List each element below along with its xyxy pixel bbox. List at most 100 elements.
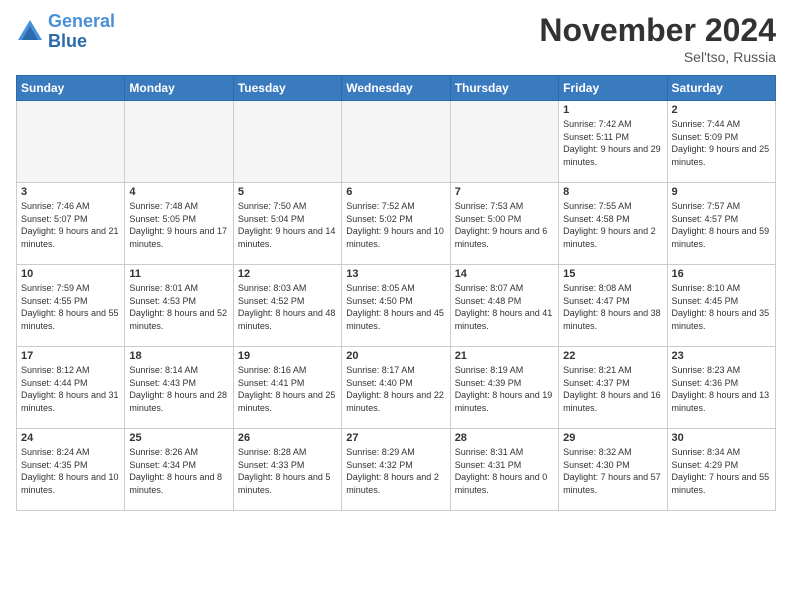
day-number: 26 bbox=[238, 432, 337, 444]
day-cell-0-4 bbox=[450, 101, 558, 183]
header-friday: Friday bbox=[559, 76, 667, 101]
header-monday: Monday bbox=[125, 76, 233, 101]
header: General Blue November 2024 Sel'tso, Russ… bbox=[16, 12, 776, 65]
main-container: General Blue November 2024 Sel'tso, Russ… bbox=[0, 0, 792, 519]
day-number: 15 bbox=[563, 268, 662, 280]
week-row-2: 10 Sunrise: 7:59 AM Sunset: 4:55 PM Dayli… bbox=[17, 265, 776, 347]
day-info: Sunrise: 7:48 AM Sunset: 5:05 PM Dayligh… bbox=[129, 200, 228, 250]
day-number: 11 bbox=[129, 268, 228, 280]
day-cell-3-4: 21 Sunrise: 8:19 AM Sunset: 4:39 PM Dayli… bbox=[450, 347, 558, 429]
day-cell-3-5: 22 Sunrise: 8:21 AM Sunset: 4:37 PM Dayli… bbox=[559, 347, 667, 429]
day-info: Sunrise: 8:28 AM Sunset: 4:33 PM Dayligh… bbox=[238, 446, 337, 496]
day-info: Sunrise: 8:01 AM Sunset: 4:53 PM Dayligh… bbox=[129, 282, 228, 332]
day-info: Sunrise: 7:52 AM Sunset: 5:02 PM Dayligh… bbox=[346, 200, 445, 250]
day-info: Sunrise: 7:57 AM Sunset: 4:57 PM Dayligh… bbox=[672, 200, 771, 250]
day-cell-2-5: 15 Sunrise: 8:08 AM Sunset: 4:47 PM Dayli… bbox=[559, 265, 667, 347]
day-info: Sunrise: 8:32 AM Sunset: 4:30 PM Dayligh… bbox=[563, 446, 662, 496]
day-cell-2-1: 11 Sunrise: 8:01 AM Sunset: 4:53 PM Dayli… bbox=[125, 265, 233, 347]
day-number: 23 bbox=[672, 350, 771, 362]
day-number: 22 bbox=[563, 350, 662, 362]
day-cell-3-2: 19 Sunrise: 8:16 AM Sunset: 4:41 PM Dayli… bbox=[233, 347, 341, 429]
day-cell-4-2: 26 Sunrise: 8:28 AM Sunset: 4:33 PM Dayli… bbox=[233, 429, 341, 511]
day-cell-0-5: 1Sunrise: 7:42 AM Sunset: 5:11 PM Daylig… bbox=[559, 101, 667, 183]
day-cell-3-3: 20Sunrise: 8:17 AM Sunset: 4:40 PM Dayli… bbox=[342, 347, 450, 429]
day-cell-0-3 bbox=[342, 101, 450, 183]
day-number: 2 bbox=[672, 104, 771, 116]
day-number: 8 bbox=[563, 186, 662, 198]
day-cell-2-0: 10 Sunrise: 7:59 AM Sunset: 4:55 PM Dayli… bbox=[17, 265, 125, 347]
day-cell-1-2: 5 Sunrise: 7:50 AM Sunset: 5:04 PM Daylig… bbox=[233, 183, 341, 265]
day-number: 30 bbox=[672, 432, 771, 444]
day-number: 27 bbox=[346, 432, 445, 444]
week-row-0: 1Sunrise: 7:42 AM Sunset: 5:11 PM Daylig… bbox=[17, 101, 776, 183]
day-info: Sunrise: 8:05 AM Sunset: 4:50 PM Dayligh… bbox=[346, 282, 445, 332]
header-wednesday: Wednesday bbox=[342, 76, 450, 101]
day-cell-4-3: 27 Sunrise: 8:29 AM Sunset: 4:32 PM Dayli… bbox=[342, 429, 450, 511]
day-info: Sunrise: 7:59 AM Sunset: 4:55 PM Dayligh… bbox=[21, 282, 120, 332]
day-info: Sunrise: 8:21 AM Sunset: 4:37 PM Dayligh… bbox=[563, 364, 662, 414]
day-cell-1-5: 8 Sunrise: 7:55 AM Sunset: 4:58 PM Daylig… bbox=[559, 183, 667, 265]
day-info: Sunrise: 8:19 AM Sunset: 4:39 PM Dayligh… bbox=[455, 364, 554, 414]
logo-text: General Blue bbox=[48, 12, 115, 52]
day-info: Sunrise: 8:29 AM Sunset: 4:32 PM Dayligh… bbox=[346, 446, 445, 496]
calendar-header-row: Sunday Monday Tuesday Wednesday Thursday… bbox=[17, 76, 776, 101]
day-cell-2-4: 14Sunrise: 8:07 AM Sunset: 4:48 PM Dayli… bbox=[450, 265, 558, 347]
day-info: Sunrise: 7:50 AM Sunset: 5:04 PM Dayligh… bbox=[238, 200, 337, 250]
day-cell-1-4: 7 Sunrise: 7:53 AM Sunset: 5:00 PM Daylig… bbox=[450, 183, 558, 265]
day-number: 20 bbox=[346, 350, 445, 362]
day-number: 18 bbox=[129, 350, 228, 362]
day-number: 24 bbox=[21, 432, 120, 444]
day-number: 10 bbox=[21, 268, 120, 280]
day-number: 1 bbox=[563, 104, 662, 116]
day-info: Sunrise: 8:16 AM Sunset: 4:41 PM Dayligh… bbox=[238, 364, 337, 414]
day-number: 19 bbox=[238, 350, 337, 362]
day-info: Sunrise: 7:44 AM Sunset: 5:09 PM Dayligh… bbox=[672, 118, 771, 168]
day-cell-1-6: 9 Sunrise: 7:57 AM Sunset: 4:57 PM Daylig… bbox=[667, 183, 775, 265]
day-number: 9 bbox=[672, 186, 771, 198]
header-tuesday: Tuesday bbox=[233, 76, 341, 101]
day-info: Sunrise: 8:14 AM Sunset: 4:43 PM Dayligh… bbox=[129, 364, 228, 414]
day-number: 17 bbox=[21, 350, 120, 362]
day-number: 21 bbox=[455, 350, 554, 362]
day-cell-3-1: 18 Sunrise: 8:14 AM Sunset: 4:43 PM Dayli… bbox=[125, 347, 233, 429]
day-number: 5 bbox=[238, 186, 337, 198]
day-cell-0-6: 2 Sunrise: 7:44 AM Sunset: 5:09 PM Daylig… bbox=[667, 101, 775, 183]
day-info: Sunrise: 8:34 AM Sunset: 4:29 PM Dayligh… bbox=[672, 446, 771, 496]
day-info: Sunrise: 8:10 AM Sunset: 4:45 PM Dayligh… bbox=[672, 282, 771, 332]
day-info: Sunrise: 8:07 AM Sunset: 4:48 PM Dayligh… bbox=[455, 282, 554, 332]
week-row-1: 3 Sunrise: 7:46 AM Sunset: 5:07 PM Daylig… bbox=[17, 183, 776, 265]
week-row-3: 17 Sunrise: 8:12 AM Sunset: 4:44 PM Dayli… bbox=[17, 347, 776, 429]
calendar-table: Sunday Monday Tuesday Wednesday Thursday… bbox=[16, 75, 776, 511]
day-info: Sunrise: 7:53 AM Sunset: 5:00 PM Dayligh… bbox=[455, 200, 554, 250]
location: Sel'tso, Russia bbox=[539, 49, 776, 65]
day-cell-1-1: 4Sunrise: 7:48 AM Sunset: 5:05 PM Daylig… bbox=[125, 183, 233, 265]
day-number: 6 bbox=[346, 186, 445, 198]
day-info: Sunrise: 7:55 AM Sunset: 4:58 PM Dayligh… bbox=[563, 200, 662, 250]
day-info: Sunrise: 8:03 AM Sunset: 4:52 PM Dayligh… bbox=[238, 282, 337, 332]
day-cell-3-6: 23 Sunrise: 8:23 AM Sunset: 4:36 PM Dayli… bbox=[667, 347, 775, 429]
header-thursday: Thursday bbox=[450, 76, 558, 101]
title-area: November 2024 Sel'tso, Russia bbox=[539, 12, 776, 65]
day-cell-0-0 bbox=[17, 101, 125, 183]
day-number: 3 bbox=[21, 186, 120, 198]
day-number: 28 bbox=[455, 432, 554, 444]
day-info: Sunrise: 8:12 AM Sunset: 4:44 PM Dayligh… bbox=[21, 364, 120, 414]
day-number: 12 bbox=[238, 268, 337, 280]
day-number: 16 bbox=[672, 268, 771, 280]
day-info: Sunrise: 8:23 AM Sunset: 4:36 PM Dayligh… bbox=[672, 364, 771, 414]
day-cell-2-3: 13Sunrise: 8:05 AM Sunset: 4:50 PM Dayli… bbox=[342, 265, 450, 347]
header-saturday: Saturday bbox=[667, 76, 775, 101]
day-cell-4-6: 30 Sunrise: 8:34 AM Sunset: 4:29 PM Dayli… bbox=[667, 429, 775, 511]
day-cell-1-0: 3 Sunrise: 7:46 AM Sunset: 5:07 PM Daylig… bbox=[17, 183, 125, 265]
day-number: 7 bbox=[455, 186, 554, 198]
logo: General Blue bbox=[16, 12, 115, 52]
day-info: Sunrise: 8:24 AM Sunset: 4:35 PM Dayligh… bbox=[21, 446, 120, 496]
day-info: Sunrise: 8:08 AM Sunset: 4:47 PM Dayligh… bbox=[563, 282, 662, 332]
day-cell-4-4: 28Sunrise: 8:31 AM Sunset: 4:31 PM Dayli… bbox=[450, 429, 558, 511]
day-cell-3-0: 17 Sunrise: 8:12 AM Sunset: 4:44 PM Dayli… bbox=[17, 347, 125, 429]
day-cell-2-2: 12 Sunrise: 8:03 AM Sunset: 4:52 PM Dayli… bbox=[233, 265, 341, 347]
day-cell-4-5: 29Sunrise: 8:32 AM Sunset: 4:30 PM Dayli… bbox=[559, 429, 667, 511]
day-info: Sunrise: 7:46 AM Sunset: 5:07 PM Dayligh… bbox=[21, 200, 120, 250]
header-sunday: Sunday bbox=[17, 76, 125, 101]
day-number: 25 bbox=[129, 432, 228, 444]
